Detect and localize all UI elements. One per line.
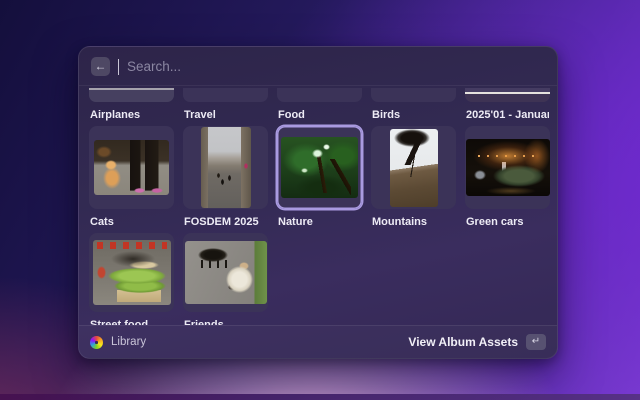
album-row-middle: Cats FOSDEM 2025 Nature	[89, 126, 548, 233]
album-cell-january: 2025'01 - January's...	[465, 88, 550, 126]
album-card-food[interactable]	[277, 88, 362, 102]
text-caret	[118, 59, 119, 75]
album-cell-travel: Travel	[183, 88, 268, 126]
album-card-fosdem[interactable]	[183, 126, 268, 209]
album-thumbnail-mountains	[390, 129, 438, 207]
album-card-birds[interactable]	[371, 88, 456, 102]
album-label-greencars: Green cars	[466, 216, 549, 228]
album-row-top: Airplanes Travel Food Birds 2025'01 - Ja…	[89, 88, 548, 126]
album-card-january[interactable]	[465, 88, 550, 102]
footer-library-status: Library	[90, 336, 146, 349]
album-cell-birds: Birds	[371, 88, 456, 126]
footer-bar: Library View Album Assets ↵	[79, 325, 557, 358]
album-cell-streetfood: Street food	[89, 233, 174, 325]
back-button[interactable]: ←	[91, 57, 110, 76]
album-thumbnail-nature	[281, 137, 358, 198]
search-input[interactable]	[127, 59, 545, 74]
album-card-mountains[interactable]	[371, 126, 456, 209]
album-thumbnail-friends	[185, 241, 267, 304]
album-grid: Airplanes Travel Food Birds 2025'01 - Ja…	[79, 86, 557, 325]
photos-library-icon	[90, 336, 103, 349]
album-card-nature[interactable]	[277, 126, 362, 209]
album-thumbnail-cats	[94, 140, 169, 195]
library-label: Library	[111, 336, 146, 348]
album-label-airplanes: Airplanes	[90, 109, 173, 121]
album-card-travel[interactable]	[183, 88, 268, 102]
album-label-january: 2025'01 - January's...	[466, 109, 549, 121]
album-label-cats: Cats	[90, 216, 173, 228]
album-label-food: Food	[278, 109, 361, 121]
view-album-assets-label: View Album Assets	[408, 335, 518, 349]
album-picker-window: ← Airplanes Travel Food	[78, 46, 558, 359]
album-thumbnail-streetfood	[93, 240, 171, 305]
album-card-cats[interactable]	[89, 126, 174, 209]
album-cell-fosdem: FOSDEM 2025	[183, 126, 268, 233]
album-thumbnail-greencars	[466, 139, 550, 196]
album-card-greencars[interactable]	[465, 126, 550, 209]
album-label-fosdem: FOSDEM 2025	[184, 216, 267, 228]
album-cell-mountains: Mountains	[371, 126, 456, 233]
album-label-travel: Travel	[184, 109, 267, 121]
arrow-left-icon: ←	[95, 59, 107, 73]
album-cell-food: Food	[277, 88, 362, 126]
album-cell-friends: Friends	[183, 233, 268, 325]
album-label-nature: Nature	[278, 216, 361, 228]
search-bar: ←	[79, 47, 557, 86]
return-key-icon: ↵	[526, 334, 546, 350]
view-album-assets-button[interactable]: View Album Assets ↵	[408, 334, 546, 350]
album-label-birds: Birds	[372, 109, 455, 121]
album-cell-greencars: Green cars	[465, 126, 550, 233]
album-cell-cats: Cats	[89, 126, 174, 233]
album-label-mountains: Mountains	[372, 216, 455, 228]
album-row-bottom: Street food Friends	[89, 233, 548, 325]
album-cell-nature: Nature	[277, 126, 362, 233]
album-thumbnail-fosdem	[201, 127, 251, 208]
album-card-streetfood[interactable]	[89, 233, 174, 312]
album-cell-airplanes: Airplanes	[89, 88, 174, 126]
album-card-friends[interactable]	[183, 233, 268, 312]
album-card-airplanes[interactable]	[89, 88, 174, 102]
desktop-background: ← Airplanes Travel Food	[0, 0, 640, 400]
